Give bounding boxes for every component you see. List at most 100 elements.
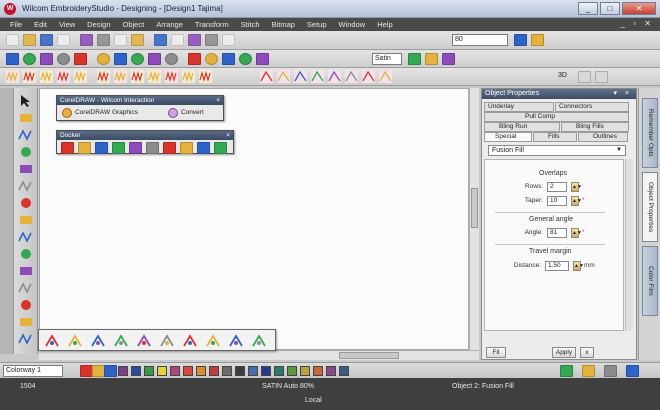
zoom-fit-icon[interactable] <box>531 34 544 46</box>
menu-object[interactable]: Object <box>117 20 151 29</box>
docker-tool-icon[interactable] <box>163 142 176 154</box>
colorway-select[interactable]: Colorway 1 <box>3 365 63 377</box>
rows-field[interactable]: 2 <box>547 182 567 192</box>
menu-view[interactable]: View <box>53 20 81 29</box>
menu-stitch[interactable]: Stitch <box>235 20 266 29</box>
eraser-icon[interactable] <box>239 53 252 65</box>
menu-edit[interactable]: Edit <box>28 20 53 29</box>
properties-scrollbar[interactable] <box>625 159 633 331</box>
color-icon[interactable] <box>131 53 144 65</box>
outline-icon[interactable] <box>57 53 70 65</box>
zoom-in-icon2[interactable] <box>514 34 527 46</box>
color-swatch[interactable] <box>248 366 258 376</box>
stamp2-icon[interactable] <box>159 334 175 348</box>
spiral-icon[interactable] <box>256 53 269 65</box>
brush-icon[interactable] <box>222 53 235 65</box>
stitch-effect-icon[interactable] <box>328 70 341 83</box>
grid-icon[interactable] <box>205 34 218 46</box>
tab-object-properties[interactable]: Object Properties <box>642 172 658 242</box>
grid2-icon[interactable] <box>205 53 218 65</box>
docker-tool-icon[interactable] <box>214 142 227 154</box>
color-swatch[interactable] <box>274 366 284 376</box>
design-icon[interactable] <box>228 334 244 348</box>
fabric-select[interactable]: Satin <box>372 53 402 65</box>
tab-connectors[interactable]: Connectors <box>555 102 629 112</box>
distance-field[interactable]: 1.50 <box>545 261 569 271</box>
color-swatch[interactable] <box>287 366 297 376</box>
grid-icon[interactable] <box>626 365 639 377</box>
wand-icon[interactable] <box>113 334 129 348</box>
canvas-vertical-scrollbar[interactable] <box>469 88 479 350</box>
rows-spinner[interactable]: ▲▼ <box>571 182 582 192</box>
menu-transform[interactable]: Transform <box>189 20 235 29</box>
close-button[interactable]: ✕ <box>622 2 656 15</box>
color-swatch[interactable] <box>183 366 193 376</box>
monogram-icon[interactable] <box>18 264 34 278</box>
stitch-effect-icon[interactable] <box>345 70 358 83</box>
zoom-in-icon[interactable] <box>171 34 184 46</box>
palette-settings-icon[interactable] <box>604 365 617 377</box>
fit-button[interactable]: Fit <box>486 347 506 358</box>
lettering-icon[interactable] <box>18 247 34 261</box>
palette-icon[interactable] <box>148 53 161 65</box>
floating-toolbar-title[interactable]: Docker × <box>57 131 233 140</box>
open-icon[interactable] <box>23 34 36 46</box>
run-icon[interactable] <box>18 196 34 210</box>
monogram-icon2[interactable] <box>578 71 591 83</box>
stitch-effect-icon[interactable] <box>362 70 375 83</box>
cross-icon[interactable] <box>97 53 110 65</box>
weave-icon[interactable] <box>165 70 178 83</box>
close-icon[interactable]: × <box>216 96 220 105</box>
docker-tool-icon[interactable] <box>61 142 74 154</box>
3d-icon-label[interactable]: 3D <box>556 71 572 83</box>
panel-title-bar[interactable]: Object Properties ▾ × <box>482 89 636 99</box>
distance-spinner[interactable]: ▲▼ <box>573 261 584 271</box>
texture-icon[interactable] <box>199 70 212 83</box>
color-swatch[interactable] <box>313 366 323 376</box>
apply-button[interactable]: Apply <box>552 347 576 358</box>
maximize-button[interactable]: □ <box>600 2 620 15</box>
docker-tool-icon[interactable] <box>197 142 210 154</box>
frame-icon[interactable] <box>595 71 608 83</box>
circle-icon[interactable] <box>18 145 34 159</box>
color-swatch[interactable] <box>235 366 245 376</box>
reshape-icon[interactable] <box>18 111 34 125</box>
tab-bling-run[interactable]: Bling Run <box>484 122 560 132</box>
design-canvas[interactable] <box>39 88 469 350</box>
green-stitch-icon[interactable] <box>408 53 421 65</box>
menu-bitmap[interactable]: Bitmap <box>266 20 301 29</box>
monogram-icon[interactable] <box>131 70 144 83</box>
fill-type-select[interactable]: Fusion Fill ▼ <box>488 145 626 156</box>
shape-icon[interactable] <box>18 298 34 312</box>
convert-button[interactable]: Convert <box>167 107 204 119</box>
redo-icon[interactable] <box>154 34 167 46</box>
tab-pull-comp[interactable]: Pull Comp <box>484 112 629 122</box>
copy-icon[interactable] <box>97 34 110 46</box>
app-logo-icon[interactable]: W <box>4 3 16 15</box>
ww-icon[interactable] <box>6 70 19 83</box>
help-icon[interactable] <box>222 34 235 46</box>
rectangle-icon[interactable] <box>18 179 34 193</box>
color-swatch[interactable] <box>300 366 310 376</box>
save-icon[interactable] <box>40 34 53 46</box>
stitch-edit-icon[interactable] <box>18 128 34 142</box>
tab-color-film[interactable]: Color Film <box>642 246 658 316</box>
coreldraw-graphics-button[interactable]: CorelDRAW Graphics <box>61 107 138 119</box>
docker-tool-icon[interactable] <box>78 142 91 154</box>
taper-field[interactable]: 10 <box>547 196 567 206</box>
align-icon[interactable] <box>114 53 127 65</box>
hatch-icon[interactable] <box>57 70 70 83</box>
border-icon[interactable] <box>148 70 161 83</box>
docker-tool-icon[interactable] <box>95 142 108 154</box>
print-icon[interactable] <box>57 34 70 46</box>
scissors-icon[interactable] <box>18 162 34 176</box>
stitch-effect-icon[interactable] <box>260 70 273 83</box>
needle-icon[interactable] <box>560 365 573 377</box>
appliqué-icon[interactable] <box>18 281 34 295</box>
color-swatch[interactable] <box>326 366 336 376</box>
close-icon[interactable]: × <box>226 131 230 140</box>
applique-icon[interactable] <box>74 70 87 83</box>
zoom-select[interactable]: 80 <box>452 34 508 46</box>
tab-remember-opts[interactable]: Remember Opts <box>642 98 658 168</box>
paste-icon[interactable] <box>114 34 127 46</box>
